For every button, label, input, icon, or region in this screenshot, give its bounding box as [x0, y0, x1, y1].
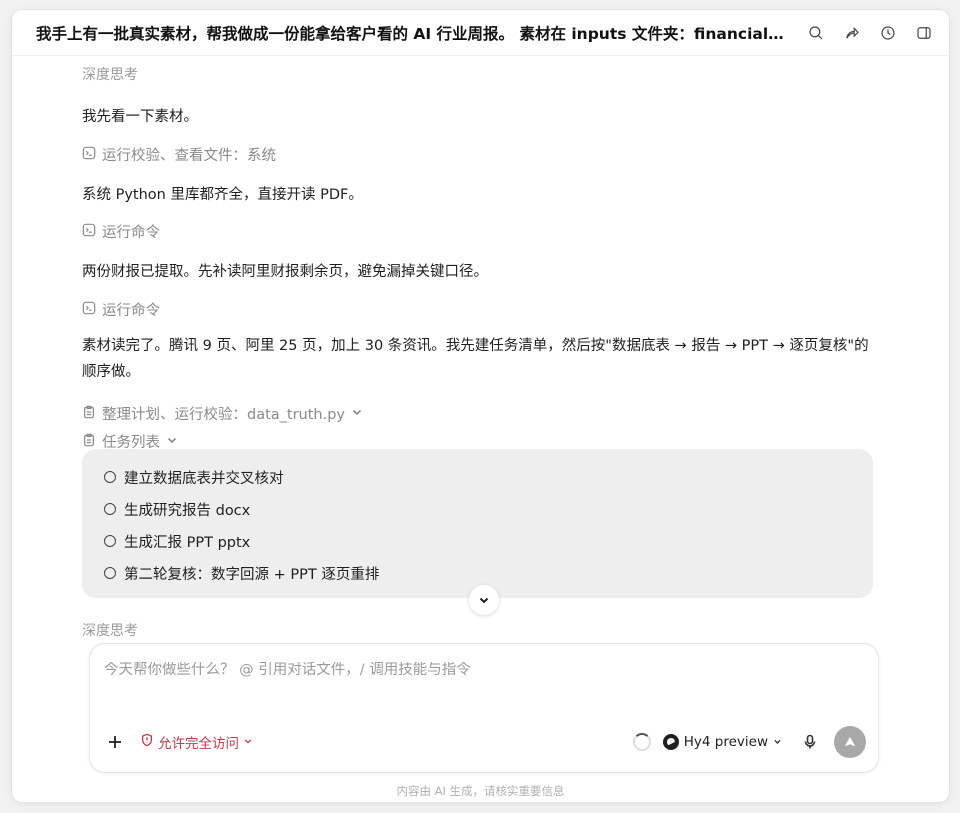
scroll-down-button[interactable]: [469, 585, 499, 615]
assistant-message: 两份财报已提取。先补读阿里财报剩余页，避免漏掉关键口径。: [82, 264, 488, 280]
microphone-button[interactable]: [800, 732, 820, 752]
loading-spinner-icon: [632, 733, 651, 751]
task-item[interactable]: 建立数据底表并交叉核对: [104, 461, 851, 493]
chevron-down-icon: [773, 734, 782, 750]
plus-icon: [109, 736, 121, 748]
shield-alert-icon: [140, 733, 154, 751]
model-logo-icon: [662, 734, 679, 750]
task-item[interactable]: 生成汇报 PPT pptx: [104, 525, 851, 557]
step-label: 整理计划、运行校验：data_truth.py: [102, 407, 346, 423]
chevron-down-icon: [479, 597, 489, 604]
clock-icon[interactable]: [877, 22, 899, 44]
thinking-label-top: 深度思考: [82, 67, 138, 83]
sidebar-icon[interactable]: [913, 22, 935, 44]
model-selector[interactable]: Hy4 preview: [662, 734, 782, 750]
step-item[interactable]: 运行校验、查看文件：系统: [82, 144, 276, 165]
message-input[interactable]: [104, 662, 864, 678]
model-label: Hy4 preview: [683, 734, 768, 750]
step-label: 运行命令: [102, 303, 160, 319]
access-label: 允许完全访问: [158, 736, 239, 752]
search-icon[interactable]: [805, 22, 827, 44]
task-status-circle-icon: [104, 471, 116, 483]
send-arrow-icon: [844, 736, 856, 747]
task-status-circle-icon: [104, 503, 116, 515]
thinking-label-bottom: 深度思考: [82, 623, 138, 639]
task-status-circle-icon: [104, 535, 116, 547]
composer-toolbar: 允许完全访问 Hy4 preview: [104, 726, 866, 758]
clipboard-icon: [82, 433, 96, 451]
task-status-circle-icon: [104, 567, 116, 579]
add-attachment-button[interactable]: [104, 731, 126, 753]
step-label: 运行校验、查看文件：系统: [102, 148, 276, 164]
chevron-down-icon: [166, 434, 178, 450]
chevron-down-icon: [351, 406, 363, 422]
conversation-title: 我手上有一批真实素材，帮我做成一份能拿给客户看的 AI 行业周报。 素材在 in…: [36, 24, 796, 43]
assistant-message: 系统 Python 里库都齐全，直接开读 PDF。: [82, 187, 363, 203]
task-label: 建立数据底表并交叉核对: [124, 470, 284, 487]
app-window: 我手上有一批真实素材，帮我做成一份能拿给客户看的 AI 行业周报。 素材在 in…: [12, 10, 949, 802]
terminal-icon: [82, 301, 96, 319]
terminal-icon: [82, 146, 96, 164]
title-bar: 我手上有一批真实素材，帮我做成一份能拿给客户看的 AI 行业周报。 素材在 in…: [12, 10, 949, 56]
chevron-down-icon: [243, 734, 253, 750]
title-bar-actions: [805, 22, 935, 44]
clipboard-icon: [82, 405, 96, 423]
assistant-message: 我先看一下素材。: [82, 109, 198, 125]
step-label: 运行命令: [102, 225, 160, 241]
step-item[interactable]: 运行命令: [82, 299, 160, 320]
step-item-expandable[interactable]: 整理计划、运行校验：data_truth.py: [82, 403, 363, 424]
terminal-icon: [82, 223, 96, 241]
assistant-message: 素材读完了。腾讯 9 页、阿里 25 页，加上 30 条资讯。我先建任务清单，然…: [82, 338, 869, 380]
access-permission-dropdown[interactable]: 允许完全访问: [140, 732, 253, 752]
task-label: 生成研究报告 docx: [124, 502, 251, 519]
step-item[interactable]: 运行命令: [82, 221, 160, 242]
microphone-icon: [804, 734, 816, 749]
ai-disclaimer: 内容由 AI 生成，请核实重要信息: [396, 784, 565, 798]
share-icon[interactable]: [841, 22, 863, 44]
send-button[interactable]: [834, 726, 866, 758]
message-composer: 允许完全访问 Hy4 preview: [89, 643, 879, 773]
task-label: 生成汇报 PPT pptx: [124, 534, 251, 551]
task-item[interactable]: 生成研究报告 docx: [104, 493, 851, 525]
task-item[interactable]: 第二轮复核：数字回源 + PPT 逐页重排: [104, 557, 851, 589]
task-label: 第二轮复核：数字回源 + PPT 逐页重排: [124, 566, 380, 583]
task-list-panel: 建立数据底表并交叉核对 生成研究报告 docx 生成汇报 PPT pptx 第二…: [82, 449, 873, 598]
